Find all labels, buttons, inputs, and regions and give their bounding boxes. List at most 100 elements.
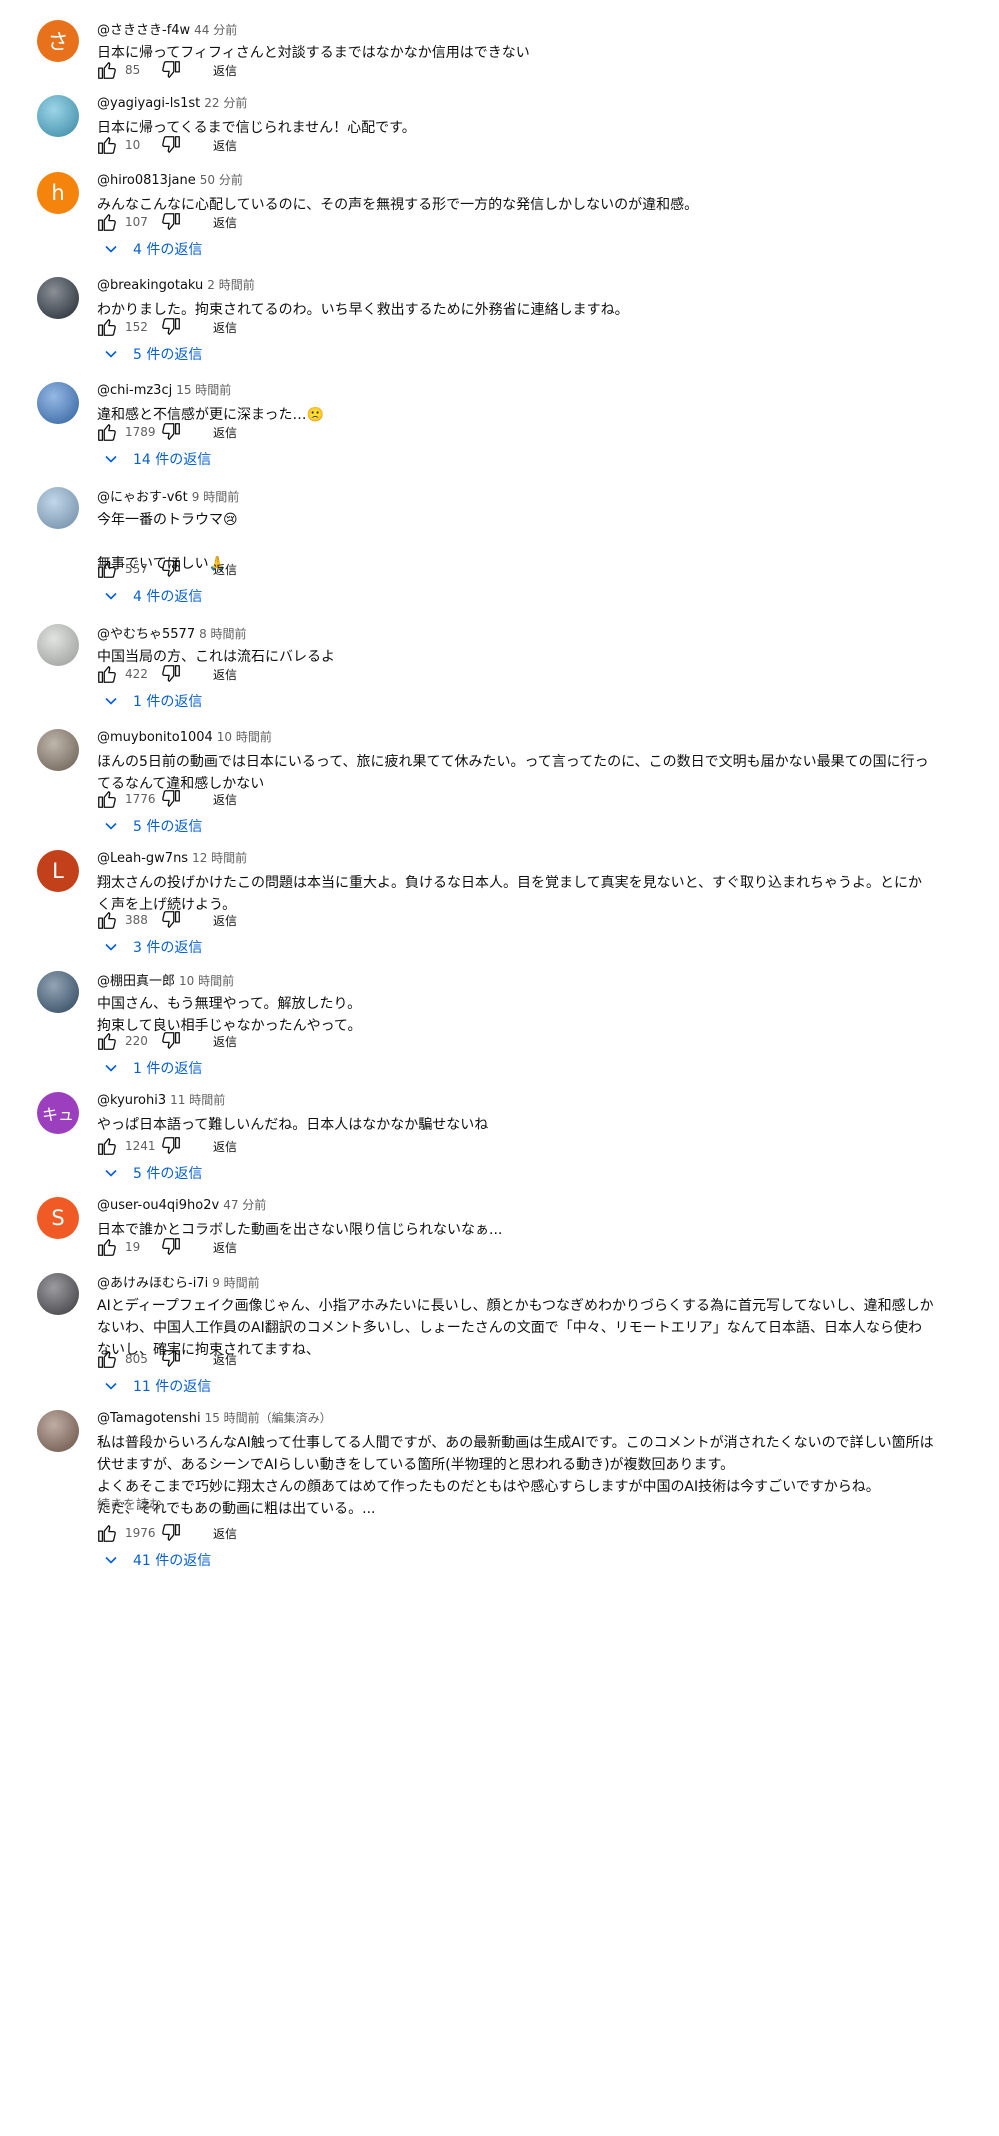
- view-replies-button[interactable]: 11 件の返信: [103, 1373, 211, 1399]
- avatar[interactable]: [37, 277, 79, 319]
- like-icon[interactable]: [95, 420, 119, 444]
- view-replies-button[interactable]: 14 件の返信: [103, 446, 211, 472]
- dislike-icon[interactable]: [159, 787, 183, 811]
- reply-button[interactable]: 返信: [213, 319, 237, 336]
- reply-button[interactable]: 返信: [213, 214, 237, 231]
- avatar[interactable]: [37, 95, 79, 137]
- reply-button[interactable]: 返信: [213, 912, 237, 929]
- like-icon[interactable]: [95, 787, 119, 811]
- reply-button[interactable]: 返信: [213, 666, 237, 683]
- avatar[interactable]: [37, 624, 79, 666]
- like-icon[interactable]: [95, 1029, 119, 1053]
- like-icon[interactable]: [95, 58, 119, 82]
- view-replies-button[interactable]: 5 件の返信: [103, 813, 202, 839]
- comment-timestamp[interactable]: 10 時間前: [217, 730, 272, 744]
- dislike-icon[interactable]: [159, 58, 183, 82]
- reply-button[interactable]: 返信: [213, 1033, 237, 1050]
- like-icon[interactable]: [95, 908, 119, 932]
- dislike-icon[interactable]: [159, 420, 183, 444]
- comment-author[interactable]: @kyurohi3: [97, 1093, 166, 1108]
- comment-actions: 388 返信: [95, 908, 237, 932]
- view-replies-button[interactable]: 4 件の返信: [103, 236, 202, 262]
- comment-timestamp[interactable]: 9 時間前: [192, 490, 239, 504]
- dislike-icon[interactable]: [159, 1134, 183, 1158]
- dislike-icon[interactable]: [159, 1029, 183, 1053]
- comment-timestamp[interactable]: 12 時間前: [192, 851, 247, 865]
- comment-timestamp[interactable]: 9 時間前: [212, 1276, 259, 1290]
- comment-author[interactable]: @hiro0813jane: [97, 173, 196, 188]
- avatar[interactable]: [37, 382, 79, 424]
- reply-button[interactable]: 返信: [213, 1351, 237, 1368]
- comment-timestamp[interactable]: 11 時間前: [170, 1093, 225, 1107]
- comment-timestamp[interactable]: 8 時間前: [199, 627, 246, 641]
- dislike-icon[interactable]: [159, 908, 183, 932]
- view-replies-button[interactable]: 1 件の返信: [103, 688, 202, 714]
- comment-author[interactable]: @user-ou4qi9ho2v: [97, 1198, 219, 1213]
- like-icon[interactable]: [95, 662, 119, 686]
- comment-text-line: ほんの5日前の動画では日本にいるって、旅に疲れ果てて休みたい。って言ってたのに、…: [97, 754, 929, 770]
- dislike-icon[interactable]: [159, 557, 183, 581]
- comment-author[interactable]: @あけみほむら-i7i: [97, 1276, 208, 1291]
- reply-button[interactable]: 返信: [213, 1138, 237, 1155]
- comment-timestamp[interactable]: 10 時間前: [179, 974, 234, 988]
- avatar-image: [37, 729, 79, 771]
- reply-button[interactable]: 返信: [213, 137, 237, 154]
- like-icon[interactable]: [95, 210, 119, 234]
- reply-button[interactable]: 返信: [213, 62, 237, 79]
- like-icon[interactable]: [95, 133, 119, 157]
- reply-button[interactable]: 返信: [213, 1239, 237, 1256]
- avatar[interactable]: [37, 1410, 79, 1452]
- like-icon[interactable]: [95, 1235, 119, 1259]
- view-replies-button[interactable]: 1 件の返信: [103, 1055, 202, 1081]
- reply-button[interactable]: 返信: [213, 424, 237, 441]
- comment-author[interactable]: @chi-mz3cj: [97, 383, 172, 398]
- view-replies-button[interactable]: 4 件の返信: [103, 583, 202, 609]
- avatar[interactable]: S: [37, 1197, 79, 1239]
- like-icon[interactable]: [95, 557, 119, 581]
- like-icon[interactable]: [95, 1134, 119, 1158]
- view-replies-button[interactable]: 5 件の返信: [103, 1160, 202, 1186]
- comment-author[interactable]: @muybonito1004: [97, 730, 213, 745]
- comment-timestamp[interactable]: 22 分前: [204, 96, 247, 110]
- comment-author[interactable]: @yagiyagi-ls1st: [97, 96, 200, 111]
- dislike-icon[interactable]: [159, 1521, 183, 1545]
- dislike-icon[interactable]: [159, 662, 183, 686]
- comment-timestamp[interactable]: 2 時間前: [207, 278, 254, 292]
- comment-author[interactable]: @棚田真一郎: [97, 974, 175, 989]
- dislike-icon[interactable]: [159, 1235, 183, 1259]
- dislike-icon[interactable]: [159, 210, 183, 234]
- like-icon[interactable]: [95, 1347, 119, 1371]
- avatar[interactable]: [37, 487, 79, 529]
- avatar[interactable]: [37, 729, 79, 771]
- like-icon[interactable]: [95, 1521, 119, 1545]
- comment-author[interactable]: @やむちゃ5577: [97, 627, 195, 642]
- dislike-icon[interactable]: [159, 315, 183, 339]
- comment-actions: 1789 返信: [95, 420, 237, 444]
- view-replies-button[interactable]: 41 件の返信: [103, 1547, 211, 1573]
- dislike-icon[interactable]: [159, 133, 183, 157]
- read-more-link[interactable]: 続きを読む: [97, 1494, 162, 1513]
- comment-timestamp[interactable]: 15 時間前（編集済み）: [205, 1411, 332, 1425]
- avatar[interactable]: L: [37, 850, 79, 892]
- dislike-icon[interactable]: [159, 1347, 183, 1371]
- reply-button[interactable]: 返信: [213, 791, 237, 808]
- comment-timestamp[interactable]: 15 時間前: [176, 383, 231, 397]
- like-icon[interactable]: [95, 315, 119, 339]
- comment-author[interactable]: @Tamagotenshi: [97, 1411, 201, 1426]
- view-replies-button[interactable]: 3 件の返信: [103, 934, 202, 960]
- avatar[interactable]: キュ: [37, 1092, 79, 1134]
- reply-button[interactable]: 返信: [213, 1525, 237, 1542]
- comment-author[interactable]: @breakingotaku: [97, 278, 203, 293]
- avatar[interactable]: [37, 971, 79, 1013]
- avatar[interactable]: [37, 1273, 79, 1315]
- comment-author[interactable]: @Leah-gw7ns: [97, 851, 188, 866]
- comment-author[interactable]: @にゃおす-v6t: [97, 490, 188, 505]
- comment-author[interactable]: @さきさき-f4w: [97, 23, 190, 38]
- avatar[interactable]: h: [37, 172, 79, 214]
- view-replies-button[interactable]: 5 件の返信: [103, 341, 202, 367]
- comment-timestamp[interactable]: 44 分前: [194, 23, 237, 37]
- comment-timestamp[interactable]: 50 分前: [200, 173, 243, 187]
- avatar[interactable]: さ: [37, 20, 79, 62]
- reply-button[interactable]: 返信: [213, 561, 237, 578]
- comment-timestamp[interactable]: 47 分前: [223, 1198, 266, 1212]
